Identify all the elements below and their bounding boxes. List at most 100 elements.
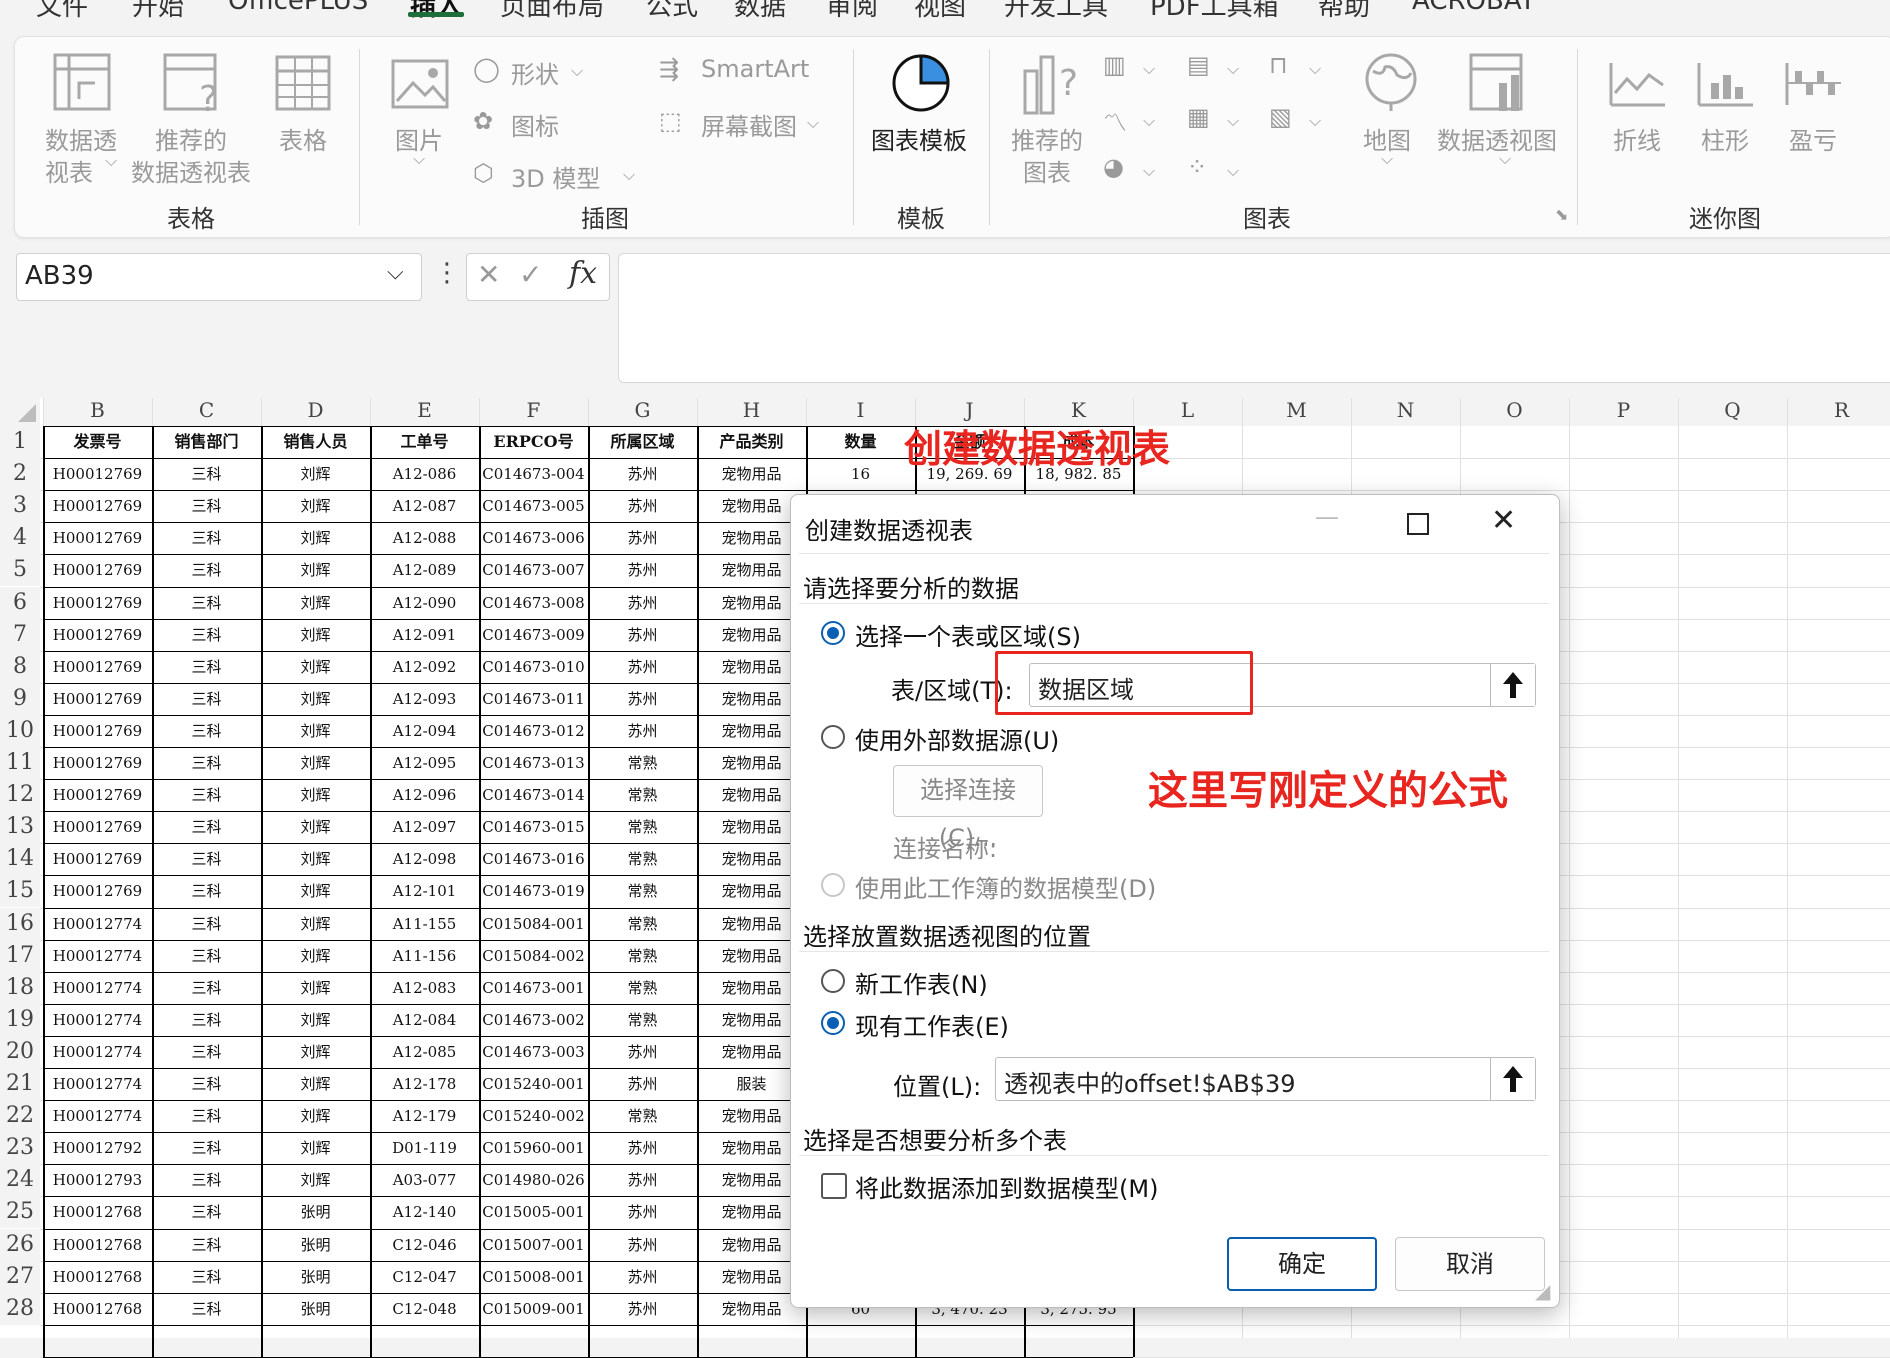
row-header[interactable]: 9 xyxy=(0,682,40,715)
table-cell[interactable]: 三科 xyxy=(152,843,261,875)
chevron-down-icon[interactable]: ⌵ xyxy=(1227,59,1239,79)
row-header[interactable]: 28 xyxy=(0,1292,40,1325)
table-cell[interactable]: A03-077 xyxy=(370,1164,479,1196)
table-cell[interactable]: 三科 xyxy=(152,1004,261,1036)
chevron-down-icon[interactable]: ⌵ xyxy=(413,149,425,169)
table-cell[interactable]: 宠物用品 xyxy=(697,458,806,490)
table-header-cell[interactable]: 数量 xyxy=(806,426,915,458)
table-cell[interactable]: C015005-001 xyxy=(479,1196,588,1228)
table-cell[interactable]: H00012769 xyxy=(43,811,152,843)
table-cell[interactable]: A12-095 xyxy=(370,747,479,779)
table-cell[interactable]: C015084-001 xyxy=(479,908,588,940)
table-cell[interactable]: H00012769 xyxy=(43,619,152,651)
table-cell[interactable]: C015007-001 xyxy=(479,1229,588,1261)
table-cell[interactable]: H00012768 xyxy=(43,1261,152,1293)
row-header[interactable]: 1 xyxy=(0,426,40,459)
chevron-down-icon[interactable]: ⌵ xyxy=(1227,161,1239,181)
table-cell[interactable]: A12-089 xyxy=(370,554,479,586)
table-cell[interactable]: H00012769 xyxy=(43,587,152,619)
icons-button-label[interactable]: 图标 xyxy=(511,107,559,142)
radio-existing-sheet[interactable] xyxy=(821,1011,845,1035)
table-cell[interactable]: 三科 xyxy=(152,1293,261,1325)
waterfall-chart-icon[interactable]: ⊓ xyxy=(1269,51,1288,79)
column-chart-icon[interactable]: ▥ xyxy=(1103,51,1126,79)
table-cell[interactable]: C014673-011 xyxy=(479,683,588,715)
table-cell[interactable]: 常熟 xyxy=(588,908,697,940)
table-cell[interactable]: H00012769 xyxy=(43,843,152,875)
chart-template-button-label[interactable]: 图表模板 xyxy=(871,121,967,156)
table-cell[interactable]: H00012774 xyxy=(43,1100,152,1132)
table-cell[interactable]: C014673-004 xyxy=(479,458,588,490)
chevron-down-icon[interactable]: ⌵ xyxy=(807,113,819,133)
table-cell[interactable]: H00012774 xyxy=(43,908,152,940)
table-cell[interactable]: 苏州 xyxy=(588,458,697,490)
table-cell[interactable]: H00012774 xyxy=(43,940,152,972)
table-cell[interactable]: 苏州 xyxy=(588,587,697,619)
table-cell[interactable]: 三科 xyxy=(152,972,261,1004)
tab-officeplus[interactable]: OfficePLUS xyxy=(228,0,368,16)
more-options-icon[interactable]: ⋮ xyxy=(434,258,460,288)
table-cell[interactable]: A12-101 xyxy=(370,875,479,907)
table-cell[interactable]: 苏州 xyxy=(588,1164,697,1196)
table-cell[interactable]: C014673-016 xyxy=(479,843,588,875)
table-cell[interactable]: 张明 xyxy=(261,1196,370,1228)
recommended-pivot-label-2[interactable]: 数据透视表 xyxy=(131,153,251,188)
table-cell[interactable]: 苏州 xyxy=(588,1068,697,1100)
column-header-e[interactable]: E xyxy=(370,398,479,426)
table-cell[interactable]: A12-090 xyxy=(370,587,479,619)
table-cell[interactable]: 三科 xyxy=(152,1068,261,1100)
row-header[interactable]: 21 xyxy=(0,1068,40,1101)
table-cell[interactable]: C015960-001 xyxy=(479,1132,588,1164)
row-header[interactable]: 22 xyxy=(0,1100,40,1133)
table-cell[interactable]: 三科 xyxy=(152,1132,261,1164)
tab-help[interactable]: 帮助 xyxy=(1318,0,1370,23)
table-cell[interactable]: 三科 xyxy=(152,908,261,940)
table-cell[interactable]: 刘辉 xyxy=(261,908,370,940)
chevron-down-icon[interactable]: ⌵ xyxy=(105,151,117,171)
table-cell[interactable]: 三科 xyxy=(152,940,261,972)
table-cell[interactable]: C015009-001 xyxy=(479,1293,588,1325)
table-cell[interactable]: A12-084 xyxy=(370,1004,479,1036)
name-box[interactable]: AB39 ⌵ xyxy=(16,253,422,301)
confirm-check-icon[interactable]: ✓ xyxy=(519,258,542,291)
table-cell[interactable]: 三科 xyxy=(152,490,261,522)
table-cell[interactable]: 三科 xyxy=(152,1164,261,1196)
table-cell[interactable]: C014673-008 xyxy=(479,587,588,619)
table-cell[interactable]: A12-091 xyxy=(370,619,479,651)
table-cell[interactable]: 刘辉 xyxy=(261,619,370,651)
recommended-chart-label-1[interactable]: 推荐的 xyxy=(1011,121,1083,156)
ok-button[interactable]: 确定 xyxy=(1227,1237,1377,1291)
table-cell[interactable]: 三科 xyxy=(152,1261,261,1293)
checkbox-add-to-model[interactable] xyxy=(821,1173,847,1199)
row-header[interactable]: 17 xyxy=(0,939,40,972)
table-cell[interactable]: C014673-001 xyxy=(479,972,588,1004)
table-cell[interactable]: 刘辉 xyxy=(261,972,370,1004)
radio-external-source-label[interactable]: 使用外部数据源(U) xyxy=(855,721,1059,756)
line-chart-icon[interactable]: 〽 xyxy=(1103,103,1127,138)
table-cell[interactable]: 苏州 xyxy=(588,619,697,651)
table-cell[interactable]: 刘辉 xyxy=(261,875,370,907)
table-cell[interactable]: 苏州 xyxy=(588,1229,697,1261)
table-cell[interactable]: 常熟 xyxy=(588,747,697,779)
pivot-chart-button-label[interactable]: 数据透视图 xyxy=(1437,121,1557,156)
table-cell[interactable]: 16 xyxy=(806,458,915,490)
row-header[interactable]: 23 xyxy=(0,1132,40,1165)
table-cell[interactable]: 刘辉 xyxy=(261,1164,370,1196)
tab-home[interactable]: 开始 xyxy=(132,0,184,23)
row-header[interactable]: 16 xyxy=(0,907,40,940)
row-header[interactable]: 12 xyxy=(0,779,40,812)
table-cell[interactable]: 三科 xyxy=(152,811,261,843)
cancel-button[interactable]: 取消 xyxy=(1395,1237,1545,1291)
table-cell[interactable]: 刘辉 xyxy=(261,715,370,747)
chevron-down-icon[interactable]: ⌵ xyxy=(1499,149,1511,169)
resize-grip-icon[interactable]: ◢ xyxy=(1535,1279,1550,1303)
row-header[interactable]: 27 xyxy=(0,1260,40,1293)
table-cell[interactable]: 张明 xyxy=(261,1229,370,1261)
chevron-down-icon[interactable]: ⌵ xyxy=(623,165,635,185)
table-cell[interactable]: 三科 xyxy=(152,1100,261,1132)
table-cell[interactable]: H00012769 xyxy=(43,779,152,811)
table-cell[interactable]: C014673-014 xyxy=(479,779,588,811)
table-cell[interactable]: C014673-015 xyxy=(479,811,588,843)
table-cell[interactable]: 三科 xyxy=(152,651,261,683)
table-cell[interactable]: A11-155 xyxy=(370,908,479,940)
